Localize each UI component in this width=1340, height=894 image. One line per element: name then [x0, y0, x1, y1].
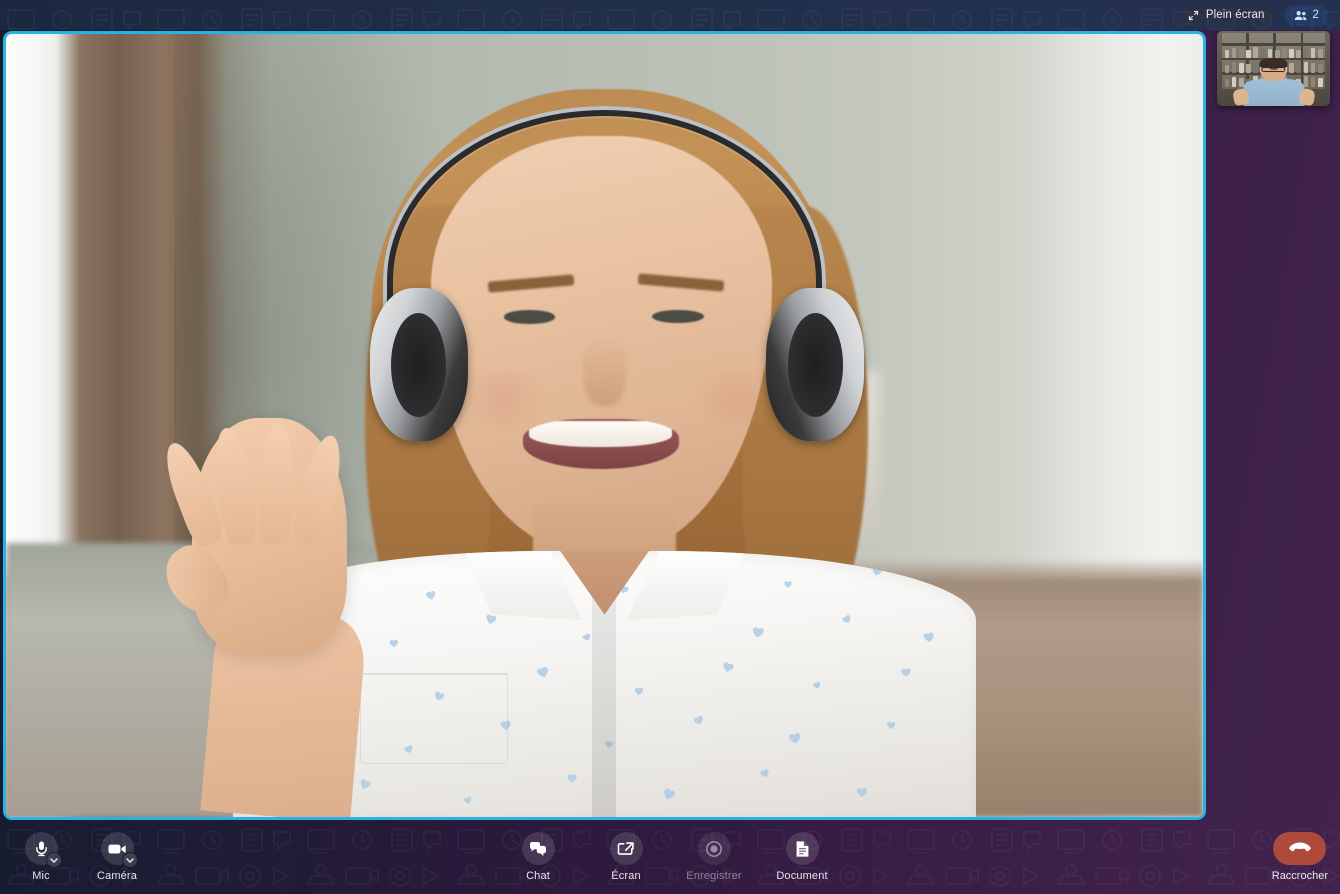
chat-button-bubble	[521, 832, 555, 865]
top-bar: Plein écran 2	[0, 0, 1340, 30]
document-button[interactable]: Document	[771, 832, 833, 882]
cheek-left	[454, 370, 551, 426]
record-button-bubble	[697, 832, 731, 865]
mic-label: Mic	[32, 870, 50, 882]
fullscreen-label: Plein écran	[1205, 9, 1265, 21]
pip-hand-right	[1297, 88, 1316, 106]
self-view-thumbnail[interactable]	[1217, 31, 1330, 106]
pip-shirt	[1242, 79, 1305, 106]
camera-label: Caméra	[96, 870, 138, 882]
headphone-cup-left	[369, 288, 469, 442]
remote-video-frame	[6, 34, 1203, 817]
chest-pocket	[359, 673, 508, 764]
topbar-doodle-pattern	[0, 0, 1340, 30]
expand-arrows-icon	[1188, 10, 1199, 21]
screen-share-button[interactable]: Écran	[595, 832, 657, 882]
remote-video-stage[interactable]	[3, 31, 1206, 820]
toolbar-right-group: Raccrocher	[1272, 832, 1328, 882]
fullscreen-button[interactable]: Plein écran	[1176, 4, 1276, 26]
camera-button[interactable]: Caméra	[86, 832, 148, 882]
participants-count: 2	[1312, 9, 1319, 21]
call-controls-toolbar: Mic Caméra Chat Écran Enregistrer Docume…	[0, 820, 1340, 894]
hangup-label: Raccrocher	[1271, 870, 1328, 882]
camera-options-caret[interactable]	[122, 852, 138, 868]
record-circle-icon	[705, 840, 723, 858]
pip-hand-left	[1231, 88, 1250, 106]
document-button-bubble	[785, 832, 819, 865]
chat-bubbles-icon	[529, 841, 547, 857]
document-label: Document	[776, 870, 828, 882]
screen-share-icon	[617, 841, 635, 857]
headphone-cup-right	[766, 288, 865, 442]
pip-glasses	[1261, 67, 1286, 72]
smiling-mouth	[523, 419, 679, 470]
people-icon	[1294, 10, 1307, 21]
chat-button[interactable]: Chat	[507, 832, 569, 882]
toolbar-left-group: Mic Caméra	[10, 832, 148, 882]
document-page-icon	[795, 840, 810, 858]
waving-hand	[154, 417, 348, 653]
hangup-button-pill	[1273, 832, 1327, 865]
pip-person	[1231, 57, 1316, 106]
phone-hangup-icon	[1289, 840, 1311, 858]
screen-share-button-bubble	[609, 832, 643, 865]
toolbar-center-group: Chat Écran Enregistrer Document	[507, 832, 833, 882]
mic-options-caret[interactable]	[46, 852, 62, 868]
participants-button[interactable]: 2	[1283, 4, 1329, 26]
video-call-app: Plein écran 2 Mic Caméra Chat Écran Enre…	[0, 0, 1340, 894]
record-label: Enregistrer	[686, 870, 742, 882]
screen-share-label: Écran	[611, 870, 641, 882]
remote-participant-person	[6, 34, 1203, 817]
pip-hair	[1259, 57, 1288, 68]
mic-button[interactable]: Mic	[10, 832, 72, 882]
hangup-button[interactable]: Raccrocher	[1272, 832, 1328, 882]
record-button[interactable]: Enregistrer	[683, 832, 745, 882]
chat-label: Chat	[526, 870, 550, 882]
